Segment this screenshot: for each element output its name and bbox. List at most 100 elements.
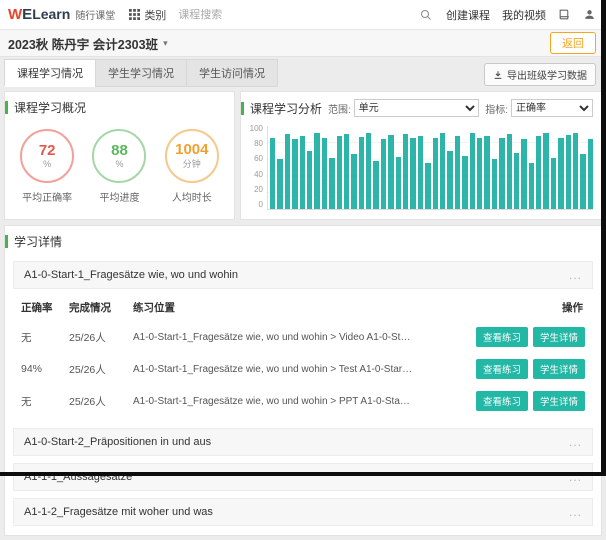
chart-bar: [300, 136, 305, 209]
unit-title: A1-0-Start-2_Präpositionen in und aus: [24, 436, 211, 448]
table-row: 无 25/26人 A1-0-Start-1_Fragesätze wie, wo…: [17, 321, 589, 353]
metric-select-label: 指标:: [485, 101, 508, 116]
chart-bar: [366, 133, 371, 209]
create-course-link[interactable]: 创建课程: [446, 7, 490, 23]
y-tick: 40: [254, 171, 263, 179]
tab-student-visits[interactable]: 学生访问情况: [186, 59, 278, 87]
metric-unit: %: [115, 159, 123, 169]
chart-bar: [329, 158, 334, 209]
search-icon[interactable]: [420, 9, 432, 21]
details-title-row: 学习详情: [5, 226, 601, 254]
chart-bar: [573, 133, 578, 209]
chart-bar: [337, 136, 342, 209]
bar-chart-bars: [267, 126, 593, 210]
details-title: 学习详情: [14, 233, 62, 250]
chart-bar: [440, 133, 445, 209]
y-tick: 20: [254, 186, 263, 194]
metric-circle: 88 %: [92, 129, 146, 183]
cell-location: A1-0-Start-1_Fragesätze wie, wo und wohi…: [133, 332, 419, 343]
tab-course-learning[interactable]: 课程学习情况: [4, 59, 95, 87]
analysis-title-row: 课程学习分析 范围: 单元 指标: 正确率: [241, 92, 601, 121]
more-icon[interactable]: ...: [569, 435, 582, 449]
chart-bar: [543, 133, 548, 209]
more-icon[interactable]: ...: [569, 505, 582, 519]
search-input[interactable]: [178, 9, 420, 21]
chart-bar: [558, 138, 563, 209]
class-title: 2023秋 陈丹宇 会计2303班: [8, 34, 158, 53]
top-actions: 创建课程 我的视频: [446, 7, 596, 23]
category-menu[interactable]: 类别: [129, 7, 166, 23]
chart-bar: [410, 138, 415, 209]
unit-title: A1-1-2_Fragesätze mit woher und was: [24, 506, 213, 518]
download-icon: [493, 70, 503, 80]
cell-completion: 25/26人: [69, 394, 133, 409]
unit-item-header[interactable]: A1-0-Start-2_Präpositionen in und aus ..…: [13, 428, 593, 456]
metric-avg-duration: 1004 分钟 人均时长: [165, 129, 219, 204]
metric-select[interactable]: 正确率: [511, 99, 593, 117]
course-overview-panel: 课程学习概况 72 % 平均正确率 88 % 平均进度: [4, 91, 235, 220]
category-label: 类别: [144, 7, 166, 23]
metric-label: 平均进度: [99, 189, 139, 204]
cell-completion: 25/26人: [69, 362, 133, 377]
student-details-button[interactable]: 学生详情: [533, 327, 585, 347]
analysis-title: 课程学习分析: [250, 100, 322, 117]
metric-circle: 72 %: [20, 129, 74, 183]
chart-bar: [314, 133, 319, 209]
chart-bar: [588, 139, 593, 209]
metric-value: 72: [39, 143, 56, 159]
book-icon[interactable]: [558, 8, 571, 21]
learning-details-panel: 学习详情 A1-0-Start-1_Fragesätze wie, wo und…: [4, 225, 602, 536]
grid-icon: [129, 9, 140, 20]
logo-learn: Learn: [32, 6, 70, 22]
logo-e: E: [22, 6, 32, 23]
scope-field: 范围: 单元: [328, 99, 479, 117]
metric-avg-progress: 88 % 平均进度: [92, 129, 146, 204]
metric-label: 人均时长: [172, 189, 212, 204]
export-class-data-button[interactable]: 导出班级学习数据: [484, 63, 596, 86]
y-tick: 0: [259, 201, 263, 209]
chart-bar: [425, 163, 430, 209]
student-details-button[interactable]: 学生详情: [533, 359, 585, 379]
chart-bar: [285, 134, 290, 209]
accent-bar: [5, 235, 8, 248]
chart-bar: [418, 136, 423, 209]
chart-bar: [521, 139, 526, 209]
chart-bar: [551, 158, 556, 209]
unit-item-header[interactable]: A1-1-2_Fragesätze mit woher und was ...: [13, 498, 593, 526]
class-title-dropdown[interactable]: 2023秋 陈丹宇 会计2303班 ▾: [8, 34, 168, 53]
scope-select[interactable]: 单元: [354, 99, 479, 117]
cell-accuracy: 无: [21, 394, 69, 409]
user-icon[interactable]: [583, 8, 596, 21]
chart-bar: [322, 138, 327, 209]
screen-edge-bottom: [0, 472, 606, 476]
class-bar: 2023秋 陈丹宇 会计2303班 ▾ 返回: [0, 30, 606, 57]
chart-bar: [388, 135, 393, 209]
chart-bar: [514, 153, 519, 209]
chart-bar: [344, 134, 349, 209]
y-tick: 100: [250, 125, 263, 133]
metric-value: 1004: [175, 142, 208, 158]
metric-value: 88: [111, 143, 128, 159]
view-exercise-button[interactable]: 查看练习: [476, 391, 528, 411]
chart-bar: [270, 138, 275, 209]
cell-completion: 25/26人: [69, 330, 133, 345]
logo-subtitle: 随行课堂: [75, 7, 115, 22]
back-button[interactable]: 返回: [550, 32, 596, 54]
cell-accuracy: 无: [21, 330, 69, 345]
tab-student-learning[interactable]: 学生学习情况: [95, 59, 186, 87]
chart-bar: [484, 136, 489, 209]
chart-bar: [292, 139, 297, 209]
more-icon[interactable]: ...: [569, 268, 582, 282]
welearn-logo[interactable]: WELearn 随行课堂: [8, 6, 115, 23]
tabs: 课程学习情况 学生学习情况 学生访问情况: [4, 59, 278, 87]
unit-item-header[interactable]: A1-1-1_Aussagesätze ...: [13, 463, 593, 491]
unit-item-header[interactable]: A1-0-Start-1_Fragesätze wie, wo und wohi…: [13, 261, 593, 289]
metric-avg-accuracy: 72 % 平均正确率: [20, 129, 74, 204]
chart-bar: [381, 139, 386, 209]
metric-field: 指标: 正确率: [485, 99, 593, 117]
metric-unit: %: [43, 159, 51, 169]
student-details-button[interactable]: 学生详情: [533, 391, 585, 411]
my-videos-link[interactable]: 我的视频: [502, 7, 546, 23]
view-exercise-button[interactable]: 查看练习: [476, 359, 528, 379]
view-exercise-button[interactable]: 查看练习: [476, 327, 528, 347]
